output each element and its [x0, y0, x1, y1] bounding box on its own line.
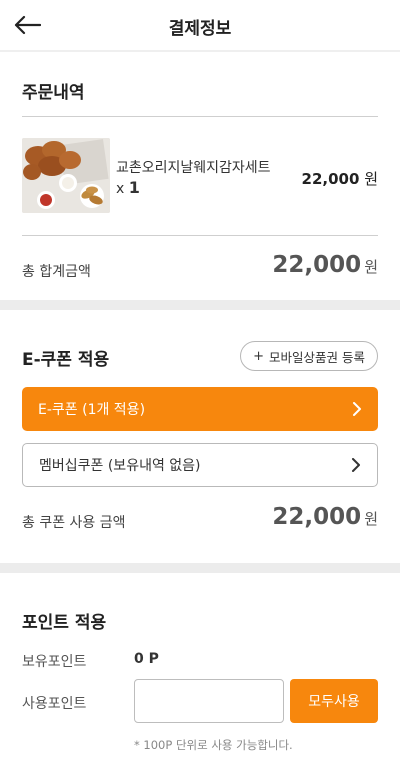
top-bar: 결제정보	[0, 0, 400, 50]
order-divider-bottom	[22, 235, 378, 236]
owned-points-value: 0 P	[134, 651, 159, 667]
membership-coupon-label: 멤버십쿠폰 (보유내역 없음)	[39, 458, 201, 474]
register-mobile-voucher-button[interactable]: + 모바일상품권 등록	[240, 341, 378, 371]
qty-prefix: x	[116, 181, 125, 197]
ecoupon-button[interactable]: E-쿠폰 (1개 적용)	[22, 387, 378, 431]
ecoupon-label: E-쿠폰 (1개 적용)	[38, 402, 146, 418]
coupon-total-amount: 22,000 원	[272, 504, 378, 530]
chevron-right-icon	[353, 402, 361, 416]
coupon-section-title: E-쿠폰 적용	[22, 350, 110, 370]
plus-icon: +	[253, 348, 265, 364]
page-title: 결제정보	[168, 19, 232, 39]
order-divider-top	[22, 116, 378, 117]
order-total-amount: 22,000 원	[272, 252, 378, 278]
order-total-label: 총 합계금액	[22, 264, 91, 280]
price-value: 22,000	[301, 170, 360, 188]
owned-points-label: 보유포인트	[22, 654, 87, 670]
points-section-title: 포인트 적용	[22, 613, 107, 633]
use-all-points-button[interactable]: 모두사용	[290, 679, 378, 723]
header-divider	[0, 50, 400, 52]
register-label: 모바일상품권 등록	[269, 349, 365, 365]
order-total-unit: 원	[364, 258, 378, 276]
use-points-input[interactable]	[134, 679, 284, 723]
use-points-label: 사용포인트	[22, 696, 87, 712]
product-price: 22,000 원	[302, 168, 378, 189]
qty-value: 1	[128, 178, 140, 197]
membership-coupon-button[interactable]: 멤버십쿠폰 (보유내역 없음)	[22, 443, 378, 487]
points-note: * 100P 단위로 사용 가능합니다.	[134, 738, 293, 752]
order-total-value: 22,000	[272, 252, 362, 278]
coupon-total-value: 22,000	[272, 504, 362, 530]
product-name: 교촌오리지날웨지감자세트	[116, 160, 271, 176]
price-unit: 원	[364, 170, 378, 188]
product-image	[22, 138, 110, 213]
section-separator	[0, 563, 400, 573]
order-section-title: 주문내역	[22, 83, 85, 103]
chevron-right-icon	[352, 458, 360, 472]
coupon-total-unit: 원	[364, 510, 378, 528]
product-quantity: x 1	[116, 178, 140, 197]
coupon-total-label: 총 쿠폰 사용 금액	[22, 515, 126, 531]
section-separator	[0, 300, 400, 310]
